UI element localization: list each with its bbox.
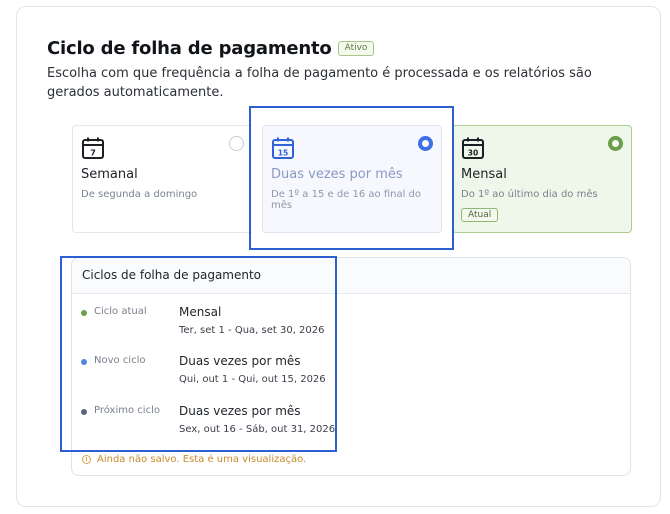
option-subtitle: Do 1º ao último dia do mês [461, 189, 598, 200]
option-label: Mensal [461, 167, 507, 182]
preview-notice: Ainda não salvo. Esta é uma visualização… [82, 454, 306, 465]
radio-weekly[interactable] [229, 136, 244, 151]
page-description: Escolha com que frequência a folha de pa… [47, 66, 592, 100]
current-badge: Atual [461, 208, 499, 222]
highlight-box-cycles [60, 256, 337, 452]
option-label: Semanal [81, 167, 138, 182]
notice-strong: Ainda não salvo. [97, 454, 180, 465]
page-title: Ciclo de folha de pagamento [47, 38, 332, 59]
calendar-7-icon: 7 [82, 137, 104, 159]
status-badge: Ativo [337, 41, 375, 56]
calendar-day-number: 30 [468, 149, 478, 158]
calendar-30-icon: 30 [462, 137, 484, 159]
option-monthly[interactable]: 30 Mensal Do 1º ao último dia do mês Atu… [452, 125, 632, 233]
option-weekly[interactable]: 7 Semanal De segunda a domingo [72, 125, 252, 233]
option-subtitle: De segunda a domingo [81, 189, 198, 200]
notice-rest: Esta é uma visualização. [179, 454, 307, 465]
highlight-box-option [249, 106, 454, 250]
title-row: Ciclo de folha de pagamento Ativo [47, 38, 375, 59]
calendar-day-number: 7 [90, 149, 96, 158]
warning-icon [82, 455, 91, 464]
radio-monthly[interactable] [608, 136, 623, 151]
